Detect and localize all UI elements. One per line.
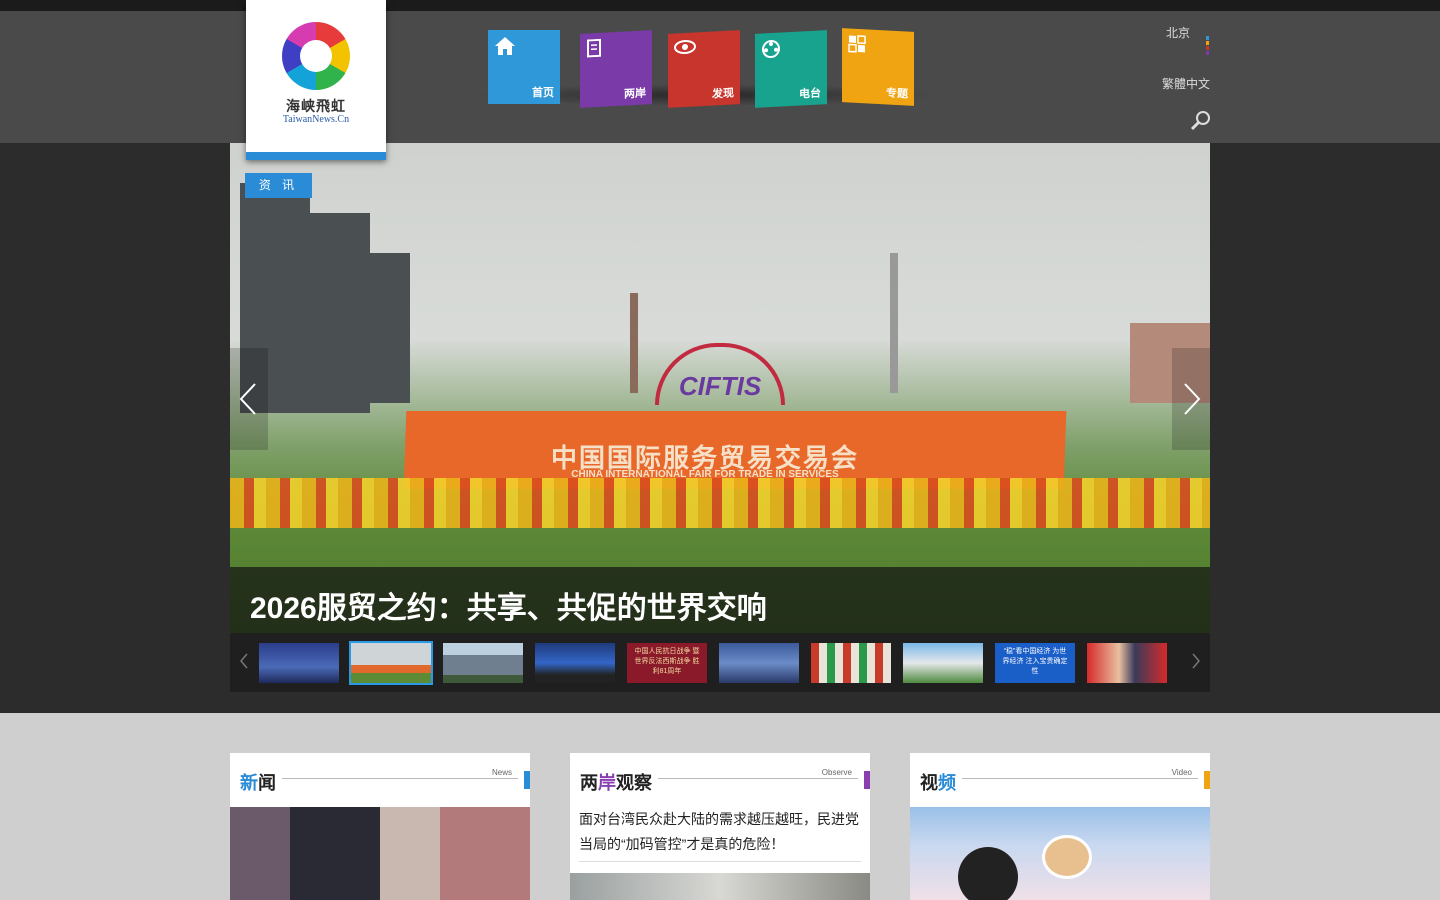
industrial-tower — [310, 213, 370, 413]
thumbnail[interactable]: 中国人民抗日战争 暨世界反法西斯战争 胜利81周年 — [627, 643, 707, 683]
nav-label: 两岸 — [624, 87, 646, 101]
nav-cross-strait[interactable]: 两岸 — [580, 30, 652, 108]
chimney — [630, 293, 638, 393]
nav-label: 专题 — [886, 87, 908, 101]
title-rest: 闻 — [258, 773, 276, 793]
chevron-right-icon — [1184, 383, 1201, 415]
thumbnail[interactable] — [1087, 643, 1167, 683]
light-tower — [890, 253, 898, 393]
title-accent: 频 — [938, 773, 956, 793]
news-image[interactable] — [230, 807, 530, 900]
nav-label: 电台 — [799, 87, 821, 101]
logo-en-text: TaiwanNews.Cn — [282, 114, 350, 125]
thumbnail-strip: 中国人民抗日战争 暨世界反法西斯战争 胜利81周年 “稳”看中国经济 为世界经济… — [230, 633, 1210, 692]
carousel-next-button[interactable] — [1172, 348, 1210, 450]
search-icon[interactable] — [1190, 109, 1212, 131]
thumbnail[interactable] — [811, 643, 891, 683]
thumbnail-label: “稳”看中国经济 为世界经济 注入宝贵确定性 — [1002, 648, 1068, 675]
chevron-left-icon — [239, 383, 256, 415]
thumbnail[interactable] — [535, 643, 615, 683]
video-image[interactable] — [910, 807, 1210, 900]
traditional-chinese-link[interactable]: 繁體中文 — [1140, 75, 1210, 92]
thumbnail[interactable] — [259, 643, 339, 683]
chevron-left-icon — [240, 653, 248, 669]
divider — [962, 778, 1198, 779]
title-part: 视 — [920, 773, 938, 793]
section-accent-mark — [1204, 771, 1210, 789]
observe-headline[interactable]: 面对台湾民众赴大陆的需求越压越旺，民进党当局的“加码管控”才是真的危险！ — [579, 807, 861, 857]
home-icon — [494, 36, 515, 56]
logo-cn-text: 海峡飛虹 — [286, 99, 346, 115]
industrial-tower — [370, 253, 410, 403]
chevron-right-icon — [1192, 653, 1200, 669]
carousel-prev-button[interactable] — [230, 348, 268, 450]
category-tag[interactable]: 资 讯 — [245, 173, 312, 198]
person-silhouette — [958, 847, 1018, 900]
thumbnail[interactable] — [719, 643, 799, 683]
logo-bar — [246, 152, 386, 160]
document-icon — [586, 38, 606, 60]
divider — [282, 778, 518, 779]
nav-radio[interactable]: 电台 — [755, 30, 827, 108]
color-bars-icon — [1206, 36, 1209, 56]
grid-icon — [848, 34, 868, 55]
title-rest: 观察 — [616, 773, 652, 793]
nav-label: 首页 — [532, 87, 554, 99]
divider — [658, 778, 858, 779]
flower-bed — [230, 478, 1210, 528]
hero-image[interactable]: CIFTIS 中国国际服务贸易交易会 CHINA INTERNATIONAL F… — [230, 143, 1210, 633]
thumbnail-label: 中国人民抗日战争 暨世界反法西斯战争 胜利81周年 — [634, 648, 700, 675]
site-logo[interactable]: 海峡飛虹 TaiwanNews.Cn — [246, 0, 386, 160]
eye-icon — [674, 39, 696, 60]
section-accent-mark — [864, 771, 870, 789]
section-title[interactable]: 新闻 — [240, 769, 276, 795]
logo-ring-icon — [282, 22, 350, 90]
top-strip — [0, 0, 1440, 11]
video-section: 视频 Video — [910, 753, 1210, 900]
city-selector[interactable]: 北京 — [1150, 24, 1190, 41]
title-part: 两 — [580, 773, 598, 793]
film-reel-icon — [761, 39, 781, 60]
observe-image[interactable] — [570, 873, 870, 900]
nav-discover[interactable]: 发现 — [668, 30, 740, 108]
thumbnail[interactable]: “稳”看中国经济 为世界经济 注入宝贵确定性 — [995, 643, 1075, 683]
nav-home[interactable]: 首页 — [488, 30, 560, 104]
section-en-label: Video — [1169, 768, 1194, 777]
nav-topics[interactable]: 专题 — [842, 28, 914, 106]
section-en-label: Observe — [819, 768, 854, 777]
ciftis-wordmark: CIFTIS — [678, 371, 762, 401]
divider — [579, 861, 861, 862]
section-accent-mark — [524, 771, 530, 789]
thumbnail[interactable] — [903, 643, 983, 683]
section-title[interactable]: 视频 — [920, 769, 956, 795]
nav-label: 发现 — [712, 87, 734, 101]
title-accent: 岸 — [598, 773, 616, 793]
thumbnail[interactable] — [349, 641, 433, 685]
news-section: 新闻 News — [230, 753, 530, 900]
hero-headline[interactable]: 2026服贸之约：共享、共促的世界交响 — [250, 583, 767, 627]
title-accent: 新 — [240, 773, 258, 793]
section-title[interactable]: 两岸观察 — [580, 769, 652, 795]
section-en-label: News — [489, 768, 514, 777]
thumb-next-button[interactable] — [1188, 649, 1204, 673]
thumbnail[interactable] — [443, 643, 523, 683]
hero-caption[interactable]: 2026服贸之约：共享、共促的世界交响 — [230, 567, 1210, 633]
observe-section: 两岸观察 Observe 面对台湾民众赴大陆的需求越压越旺，民进党当局的“加码管… — [570, 753, 870, 900]
thumb-prev-button[interactable] — [236, 649, 252, 673]
dog-bubble — [1042, 835, 1092, 879]
